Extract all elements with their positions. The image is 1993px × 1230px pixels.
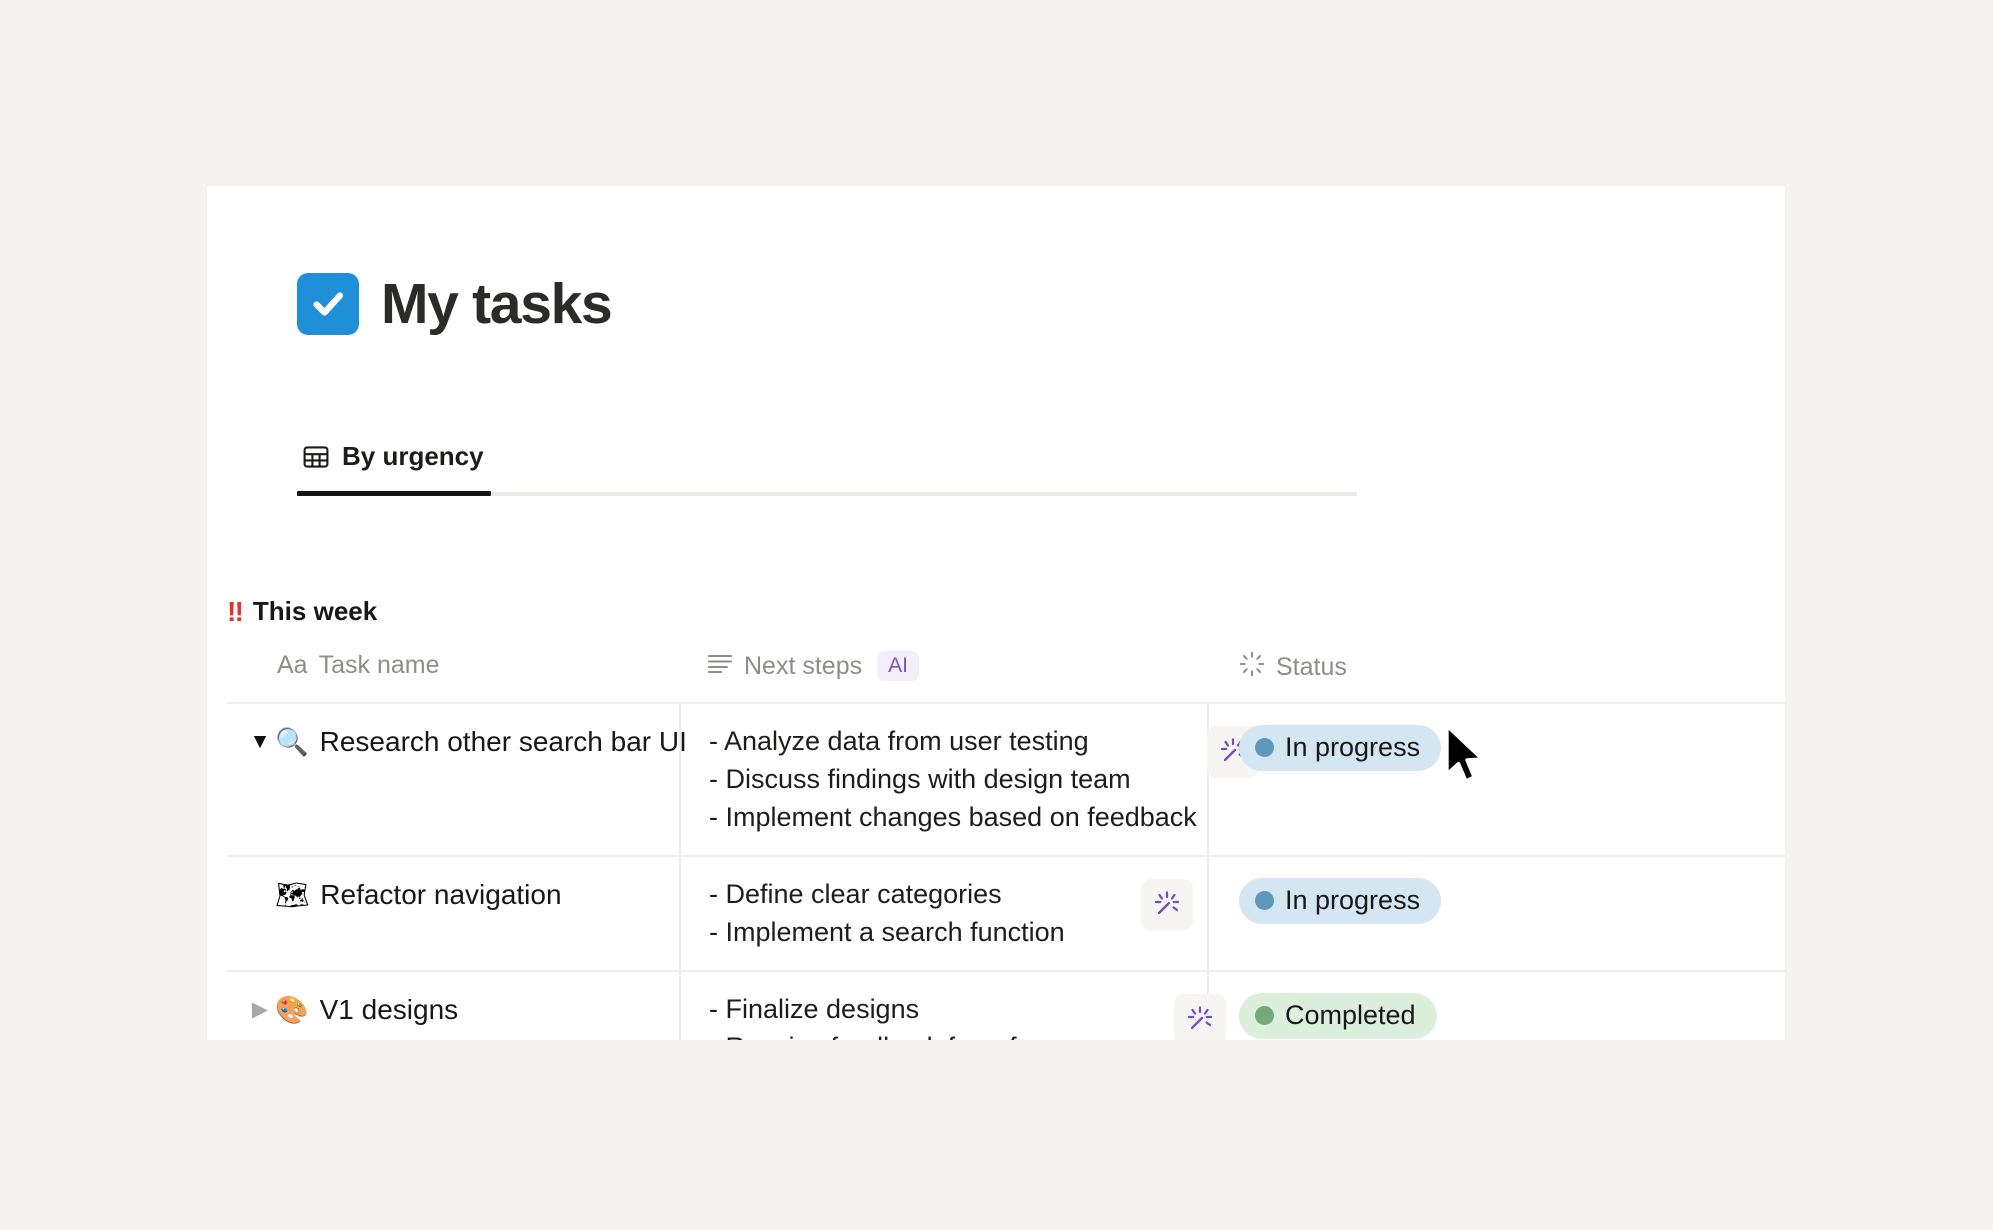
expand-toggle-icon[interactable]: ▼: [245, 725, 275, 759]
table-header: Aa Task name Next steps AI Status: [227, 641, 1785, 704]
tab-underline: [297, 491, 1357, 496]
status-dot-icon: [1255, 738, 1274, 757]
status-label: In progress: [1285, 885, 1421, 915]
artist-palette-icon: 🎨: [275, 995, 309, 1025]
task-title: V1 designs: [319, 994, 459, 1025]
task-database-card: My tasks By urgency ‼ This week Aa Task …: [207, 186, 1785, 1040]
table-grid-icon: [303, 444, 329, 470]
next-step-item: - Implement changes based on feedback: [709, 802, 1197, 832]
spinner-icon: [1239, 651, 1265, 684]
magnifying-glass-icon: 🔍: [275, 727, 309, 757]
column-header-status[interactable]: Status: [1209, 641, 1785, 702]
next-step-item: - Receive feedback from focus groups: [709, 1031, 1164, 1040]
next-step-item: - Define clear categories: [709, 879, 1002, 909]
group-heading: ‼ This week: [227, 596, 377, 627]
status-dot-icon: [1255, 891, 1274, 910]
view-tabs: By urgency: [227, 436, 1785, 496]
status-badge[interactable]: In progress: [1239, 725, 1442, 771]
tab-label: By urgency: [342, 441, 484, 471]
task-name-cell[interactable]: ▼ 🔍 Research other search bar UI: [227, 704, 687, 780]
page-header: My tasks: [297, 271, 613, 336]
task-name-cell[interactable]: ▶ 🎨 V1 designs: [227, 972, 679, 1040]
status-label: Completed: [1285, 1000, 1416, 1030]
expand-toggle-icon[interactable]: ▶: [245, 993, 275, 1027]
text-lines-icon: [707, 652, 733, 681]
status-dot-icon: [1255, 1006, 1274, 1025]
ai-sparkle-wand-icon[interactable]: [1141, 879, 1193, 931]
status-cell[interactable]: In progress: [1209, 704, 1785, 792]
group-label: This week: [252, 596, 378, 626]
ai-badge: AI: [877, 651, 919, 681]
checkbox-checked-icon: [297, 273, 359, 335]
status-badge[interactable]: In progress: [1239, 878, 1442, 924]
tasks-table: Aa Task name Next steps AI Status ▼ 🔍 Re…: [227, 641, 1785, 1040]
task-title: Research other search bar UI: [319, 726, 687, 757]
column-header-next-steps[interactable]: Next steps AI: [679, 641, 1209, 699]
status-cell[interactable]: Completed: [1209, 972, 1785, 1040]
tab-by-urgency[interactable]: By urgency: [297, 436, 502, 492]
status-cell[interactable]: In progress: [1209, 857, 1785, 945]
world-map-icon: 🗺: [275, 880, 310, 910]
double-exclamation-mark-icon: ‼: [227, 595, 244, 627]
column-header-task-name[interactable]: Aa Task name: [227, 641, 679, 698]
next-step-item: - Analyze data from user testing: [709, 726, 1089, 756]
page-title: My tasks: [381, 271, 613, 336]
table-row[interactable]: ▼ 🔍 Research other search bar UI - Analy…: [227, 704, 1785, 857]
next-steps-cell[interactable]: - Finalize designs - Receive feedback fr…: [681, 972, 1226, 1040]
next-step-item: - Implement a search function: [709, 917, 1065, 947]
column-header-label: Task name: [318, 651, 440, 679]
column-header-label: Next steps: [744, 651, 863, 680]
table-row[interactable]: 🗺 Refactor navigation - Define clear cat…: [227, 857, 1785, 972]
next-steps-cell[interactable]: - Define clear categories - Implement a …: [681, 857, 1207, 970]
text-aa-icon: Aa: [277, 651, 308, 679]
next-steps-cell[interactable]: - Analyze data from user testing - Discu…: [681, 704, 1259, 855]
status-badge[interactable]: Completed: [1239, 993, 1437, 1039]
next-step-item: - Discuss findings with design team: [709, 764, 1131, 794]
table-row[interactable]: ▶ 🎨 V1 designs - Finalize designs - Rece…: [227, 972, 1785, 1040]
next-step-item: - Finalize designs: [709, 994, 920, 1024]
task-name-cell[interactable]: 🗺 Refactor navigation: [227, 857, 679, 933]
column-header-label: Status: [1276, 653, 1347, 681]
status-label: In progress: [1285, 732, 1421, 762]
task-title: Refactor navigation: [320, 879, 562, 910]
